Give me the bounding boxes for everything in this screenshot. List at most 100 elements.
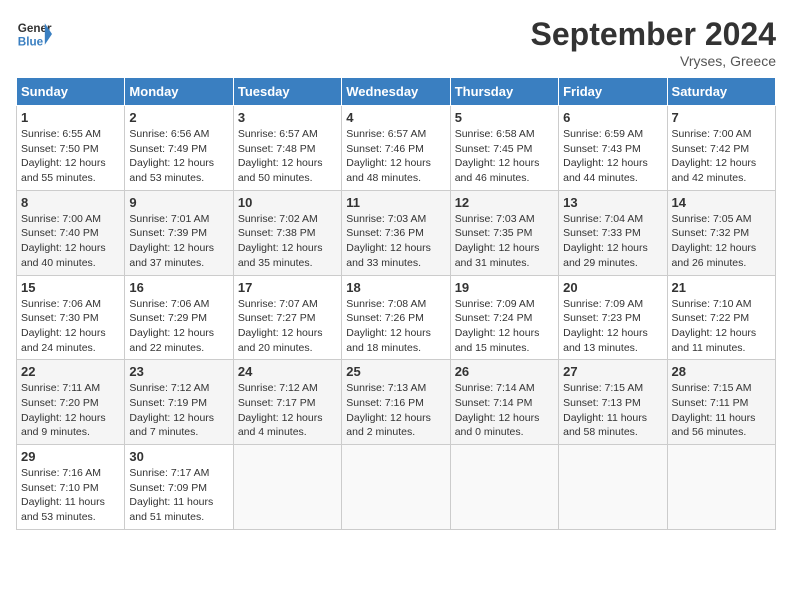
day-number: 6 <box>563 110 662 125</box>
calendar-week-row: 1 Sunrise: 6:55 AMSunset: 7:50 PMDaylight… <box>17 106 776 191</box>
calendar-cell <box>233 445 341 530</box>
calendar-cell: 2 Sunrise: 6:56 AMSunset: 7:49 PMDaylight… <box>125 106 233 191</box>
day-header-friday: Friday <box>559 78 667 106</box>
calendar-cell: 13 Sunrise: 7:04 AMSunset: 7:33 PMDayligh… <box>559 190 667 275</box>
day-info: Sunrise: 6:56 AMSunset: 7:49 PMDaylight:… <box>129 127 228 186</box>
day-number: 1 <box>21 110 120 125</box>
day-info: Sunrise: 7:17 AMSunset: 7:09 PMDaylight:… <box>129 466 228 525</box>
day-header-tuesday: Tuesday <box>233 78 341 106</box>
calendar-cell: 30Sunrise: 7:17 AMSunset: 7:09 PMDayligh… <box>125 445 233 530</box>
calendar-cell: 24 Sunrise: 7:12 AMSunset: 7:17 PMDayligh… <box>233 360 341 445</box>
day-header-monday: Monday <box>125 78 233 106</box>
day-number: 27 <box>563 364 662 379</box>
day-info: Sunrise: 7:16 AMSunset: 7:10 PMDaylight:… <box>21 466 120 525</box>
calendar-cell: 9Sunrise: 7:01 AMSunset: 7:39 PMDaylight… <box>125 190 233 275</box>
calendar-cell: 8 Sunrise: 7:00 AMSunset: 7:40 PMDaylight… <box>17 190 125 275</box>
day-number: 11 <box>346 195 445 210</box>
calendar-cell: 18 Sunrise: 7:08 AMSunset: 7:26 PMDayligh… <box>342 275 450 360</box>
logo: General Blue <box>16 16 52 52</box>
title-area: September 2024 Vryses, Greece <box>531 16 776 69</box>
day-header-thursday: Thursday <box>450 78 558 106</box>
calendar-table: SundayMondayTuesdayWednesdayThursdayFrid… <box>16 77 776 530</box>
calendar-cell: 29 Sunrise: 7:16 AMSunset: 7:10 PMDayligh… <box>17 445 125 530</box>
calendar-cell: 23 Sunrise: 7:12 AMSunset: 7:19 PMDayligh… <box>125 360 233 445</box>
page-header: General Blue September 2024 Vryses, Gree… <box>16 16 776 69</box>
calendar-cell: 25 Sunrise: 7:13 AMSunset: 7:16 PMDayligh… <box>342 360 450 445</box>
calendar-cell: 12 Sunrise: 7:03 AMSunset: 7:35 PMDayligh… <box>450 190 558 275</box>
calendar-cell: 19 Sunrise: 7:09 AMSunset: 7:24 PMDayligh… <box>450 275 558 360</box>
day-number: 16 <box>129 280 228 295</box>
day-info: Sunrise: 7:03 AMSunset: 7:35 PMDaylight:… <box>455 212 554 271</box>
day-number: 29 <box>21 449 120 464</box>
svg-text:Blue: Blue <box>18 36 44 49</box>
day-number: 18 <box>346 280 445 295</box>
logo-icon: General Blue <box>16 16 52 52</box>
day-info: Sunrise: 7:06 AMSunset: 7:29 PMDaylight:… <box>129 297 228 356</box>
calendar-week-row: 8 Sunrise: 7:00 AMSunset: 7:40 PMDaylight… <box>17 190 776 275</box>
day-info: Sunrise: 6:57 AMSunset: 7:48 PMDaylight:… <box>238 127 337 186</box>
location: Vryses, Greece <box>531 53 776 69</box>
calendar-cell: 28 Sunrise: 7:15 AMSunset: 7:11 PMDayligh… <box>667 360 775 445</box>
day-number: 25 <box>346 364 445 379</box>
calendar-cell: 16 Sunrise: 7:06 AMSunset: 7:29 PMDayligh… <box>125 275 233 360</box>
day-number: 14 <box>672 195 771 210</box>
calendar-cell: 6 Sunrise: 6:59 AMSunset: 7:43 PMDaylight… <box>559 106 667 191</box>
day-number: 15 <box>21 280 120 295</box>
day-number: 28 <box>672 364 771 379</box>
day-info: Sunrise: 7:04 AMSunset: 7:33 PMDaylight:… <box>563 212 662 271</box>
calendar-cell <box>450 445 558 530</box>
day-number: 24 <box>238 364 337 379</box>
day-info: Sunrise: 7:12 AMSunset: 7:17 PMDaylight:… <box>238 381 337 440</box>
day-info: Sunrise: 7:06 AMSunset: 7:30 PMDaylight:… <box>21 297 120 356</box>
day-number: 12 <box>455 195 554 210</box>
day-info: Sunrise: 7:08 AMSunset: 7:26 PMDaylight:… <box>346 297 445 356</box>
calendar-cell: 20 Sunrise: 7:09 AMSunset: 7:23 PMDayligh… <box>559 275 667 360</box>
day-info: Sunrise: 7:12 AMSunset: 7:19 PMDaylight:… <box>129 381 228 440</box>
day-number: 8 <box>21 195 120 210</box>
day-info: Sunrise: 6:55 AMSunset: 7:50 PMDaylight:… <box>21 127 120 186</box>
day-number: 21 <box>672 280 771 295</box>
calendar-cell: 10Sunrise: 7:02 AMSunset: 7:38 PMDayligh… <box>233 190 341 275</box>
calendar-week-row: 29 Sunrise: 7:16 AMSunset: 7:10 PMDayligh… <box>17 445 776 530</box>
day-number: 13 <box>563 195 662 210</box>
day-number: 20 <box>563 280 662 295</box>
day-info: Sunrise: 7:15 AMSunset: 7:13 PMDaylight:… <box>563 381 662 440</box>
day-header-wednesday: Wednesday <box>342 78 450 106</box>
day-number: 2 <box>129 110 228 125</box>
day-info: Sunrise: 6:59 AMSunset: 7:43 PMDaylight:… <box>563 127 662 186</box>
day-info: Sunrise: 7:09 AMSunset: 7:23 PMDaylight:… <box>563 297 662 356</box>
day-info: Sunrise: 7:11 AMSunset: 7:20 PMDaylight:… <box>21 381 120 440</box>
calendar-cell: 11 Sunrise: 7:03 AMSunset: 7:36 PMDayligh… <box>342 190 450 275</box>
calendar-cell: 3 Sunrise: 6:57 AMSunset: 7:48 PMDaylight… <box>233 106 341 191</box>
day-info: Sunrise: 7:09 AMSunset: 7:24 PMDaylight:… <box>455 297 554 356</box>
day-number: 7 <box>672 110 771 125</box>
day-info: Sunrise: 7:13 AMSunset: 7:16 PMDaylight:… <box>346 381 445 440</box>
day-info: Sunrise: 7:05 AMSunset: 7:32 PMDaylight:… <box>672 212 771 271</box>
day-info: Sunrise: 6:58 AMSunset: 7:45 PMDaylight:… <box>455 127 554 186</box>
calendar-cell <box>342 445 450 530</box>
calendar-cell: 26Sunrise: 7:14 AMSunset: 7:14 PMDayligh… <box>450 360 558 445</box>
day-number: 17 <box>238 280 337 295</box>
day-info: Sunrise: 7:00 AMSunset: 7:42 PMDaylight:… <box>672 127 771 186</box>
day-number: 22 <box>21 364 120 379</box>
month-title: September 2024 <box>531 16 776 53</box>
calendar-week-row: 22 Sunrise: 7:11 AMSunset: 7:20 PMDayligh… <box>17 360 776 445</box>
day-info: Sunrise: 7:14 AMSunset: 7:14 PMDaylight:… <box>455 381 554 440</box>
day-number: 3 <box>238 110 337 125</box>
calendar-cell: 27 Sunrise: 7:15 AMSunset: 7:13 PMDayligh… <box>559 360 667 445</box>
calendar-cell: 22 Sunrise: 7:11 AMSunset: 7:20 PMDayligh… <box>17 360 125 445</box>
calendar-cell <box>559 445 667 530</box>
day-info: Sunrise: 7:07 AMSunset: 7:27 PMDaylight:… <box>238 297 337 356</box>
day-info: Sunrise: 7:15 AMSunset: 7:11 PMDaylight:… <box>672 381 771 440</box>
day-number: 19 <box>455 280 554 295</box>
day-info: Sunrise: 7:03 AMSunset: 7:36 PMDaylight:… <box>346 212 445 271</box>
day-number: 5 <box>455 110 554 125</box>
day-number: 23 <box>129 364 228 379</box>
day-number: 9 <box>129 195 228 210</box>
calendar-week-row: 15 Sunrise: 7:06 AMSunset: 7:30 PMDayligh… <box>17 275 776 360</box>
day-info: Sunrise: 7:00 AMSunset: 7:40 PMDaylight:… <box>21 212 120 271</box>
day-number: 4 <box>346 110 445 125</box>
day-header-sunday: Sunday <box>17 78 125 106</box>
calendar-cell: 17 Sunrise: 7:07 AMSunset: 7:27 PMDayligh… <box>233 275 341 360</box>
calendar-cell: 1 Sunrise: 6:55 AMSunset: 7:50 PMDaylight… <box>17 106 125 191</box>
